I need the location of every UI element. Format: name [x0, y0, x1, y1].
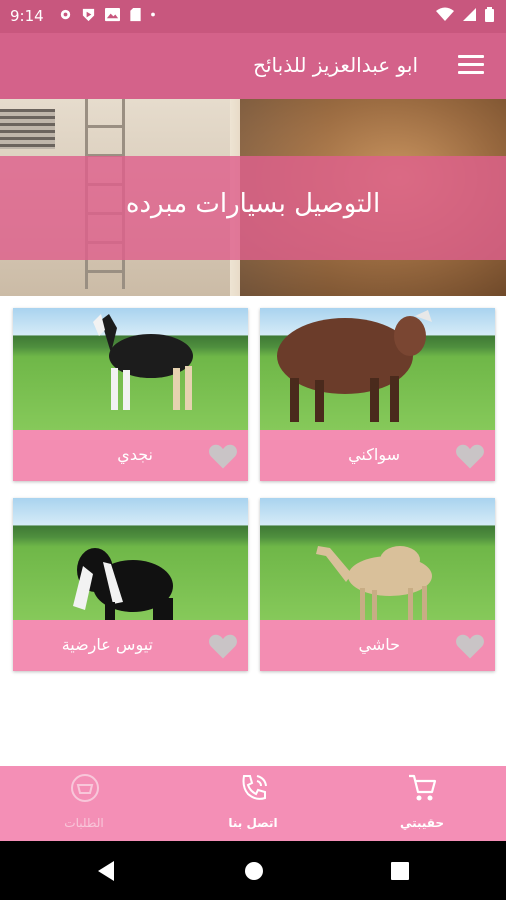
phone-icon [242, 775, 267, 800]
hamburger-menu-icon[interactable] [458, 55, 484, 75]
heart-icon[interactable] [455, 632, 485, 660]
sheep-illustration [277, 310, 432, 422]
product-image-camel [260, 498, 495, 620]
product-image-billy-goat [13, 498, 248, 620]
product-card[interactable]: نجدي [13, 308, 248, 481]
orders-icon [71, 774, 99, 802]
wifi-icon [436, 7, 454, 21]
notification-icons [58, 7, 156, 22]
product-card[interactable]: تيوس عارضية [13, 498, 248, 671]
sd-card-icon [130, 7, 141, 22]
play-shield-icon [82, 8, 95, 22]
dot-icon [151, 12, 155, 17]
nav-label: الطلبات [64, 816, 104, 830]
home-icon[interactable] [244, 861, 264, 881]
back-icon[interactable] [96, 860, 116, 882]
app-bar: ابو عبدالعزيز للذبائح [0, 33, 506, 99]
billy-goat-illustration [73, 548, 173, 620]
gear-icon [60, 9, 71, 20]
status-bar: 9:14 [0, 0, 506, 33]
product-image-sheep [260, 308, 495, 430]
product-footer: تيوس عارضية [13, 620, 248, 671]
product-name: تيوس عارضية [61, 635, 153, 654]
bottom-navigation: حقيبتي اتصل بنا الطلبات [0, 766, 506, 841]
product-card[interactable]: سواكني [260, 308, 495, 481]
banner-grill [0, 109, 55, 149]
status-time: 9:14 [10, 7, 44, 25]
product-footer: حاشي [260, 620, 495, 671]
system-navigation-bar [0, 841, 506, 900]
camel-illustration [316, 546, 432, 620]
nav-label: حقيبتي [399, 816, 445, 830]
nav-item-contact[interactable]: اتصل بنا [169, 766, 337, 841]
nav-label: اتصل بنا [228, 816, 278, 830]
recents-icon[interactable] [391, 862, 409, 880]
goat-illustration [93, 314, 193, 410]
product-name: نجدي [117, 445, 153, 464]
nav-item-orders[interactable]: الطلبات [0, 766, 168, 841]
signal-icon [463, 8, 476, 21]
product-name: حاشي [358, 635, 400, 654]
heart-icon[interactable] [208, 632, 238, 660]
product-image-goat [13, 308, 248, 430]
product-name: سواكني [348, 445, 400, 464]
product-grid: سواكني نجدي حاشي تيوس عارضية [0, 296, 506, 766]
image-icon [105, 7, 120, 22]
battery-icon [485, 7, 494, 22]
app-title: ابو عبدالعزيز للذبائح [253, 53, 418, 77]
product-card[interactable]: حاشي [260, 498, 495, 671]
product-footer: نجدي [13, 430, 248, 481]
product-footer: سواكني [260, 430, 495, 481]
cart-icon [409, 774, 437, 801]
heart-icon[interactable] [208, 442, 238, 470]
nav-item-cart[interactable]: حقيبتي [338, 766, 506, 841]
banner-caption: التوصيل بسيارات مبرده [125, 189, 381, 219]
heart-icon[interactable] [455, 442, 485, 470]
system-status-icons [436, 7, 494, 22]
banner-carousel[interactable]: التوصيل بسيارات مبرده [0, 99, 506, 296]
